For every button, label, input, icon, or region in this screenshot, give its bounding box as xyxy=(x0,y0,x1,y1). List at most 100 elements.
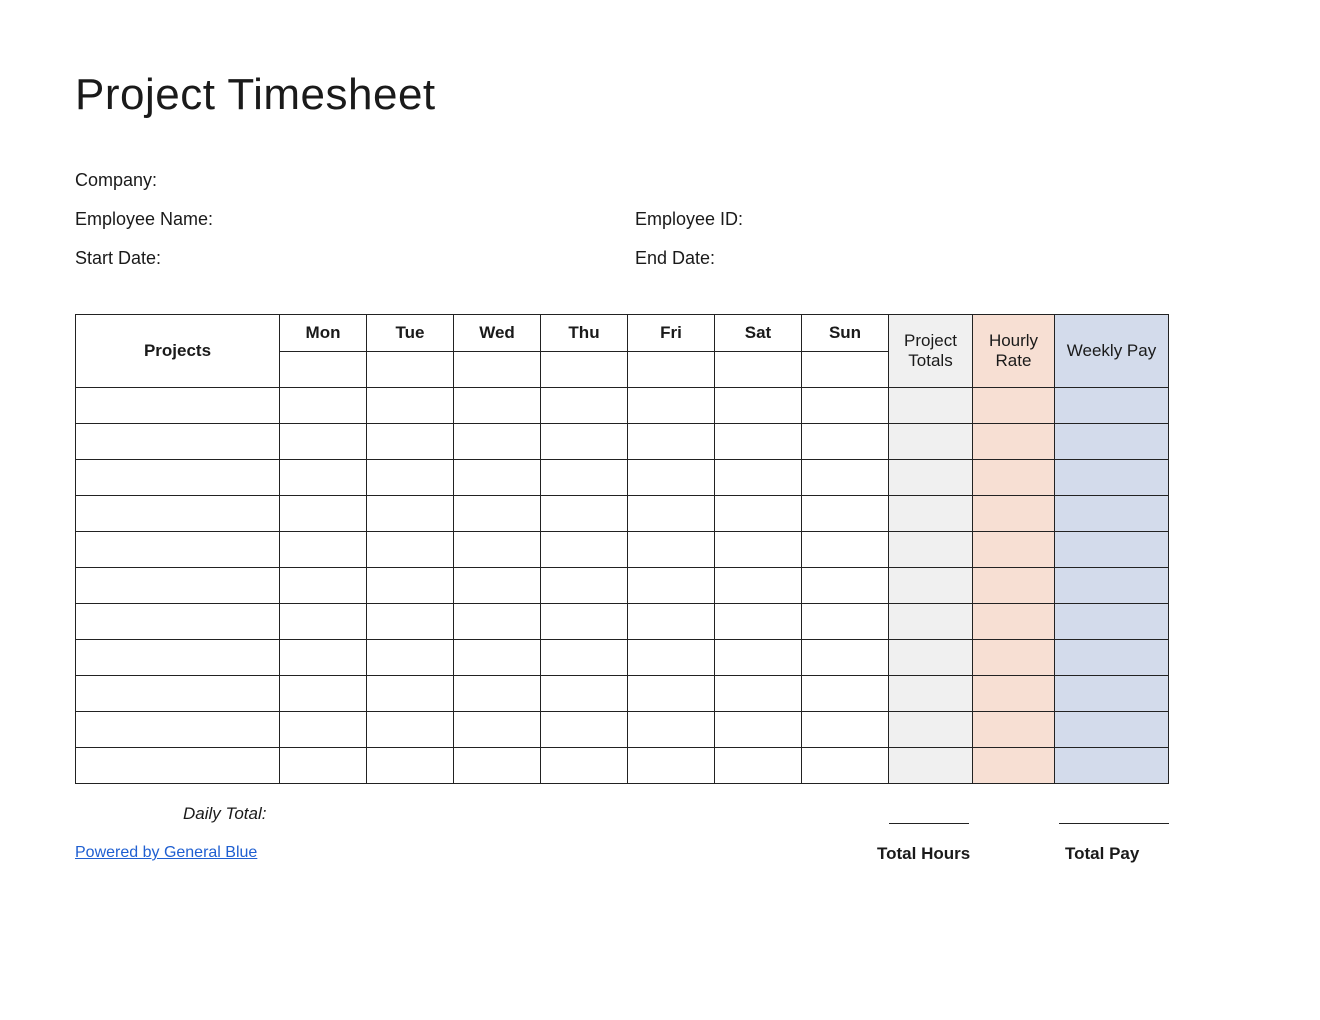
hours-cell[interactable] xyxy=(628,748,715,784)
hours-cell[interactable] xyxy=(628,496,715,532)
hours-cell[interactable] xyxy=(628,676,715,712)
hours-cell[interactable] xyxy=(541,604,628,640)
hours-cell[interactable] xyxy=(628,568,715,604)
hours-cell[interactable] xyxy=(715,496,802,532)
hours-cell[interactable] xyxy=(454,388,541,424)
hours-cell[interactable] xyxy=(280,640,367,676)
hours-cell[interactable] xyxy=(628,424,715,460)
hours-cell[interactable] xyxy=(802,460,889,496)
hours-cell[interactable] xyxy=(541,496,628,532)
hours-cell[interactable] xyxy=(367,712,454,748)
project-name-cell[interactable] xyxy=(76,604,280,640)
hours-cell[interactable] xyxy=(280,748,367,784)
hours-cell[interactable] xyxy=(715,640,802,676)
hours-cell[interactable] xyxy=(541,712,628,748)
hours-cell[interactable] xyxy=(715,388,802,424)
hourly-rate-cell[interactable] xyxy=(973,640,1055,676)
date-cell[interactable] xyxy=(802,352,889,388)
hours-cell[interactable] xyxy=(454,748,541,784)
hourly-rate-cell[interactable] xyxy=(973,568,1055,604)
hourly-rate-cell[interactable] xyxy=(973,388,1055,424)
hours-cell[interactable] xyxy=(802,424,889,460)
hours-cell[interactable] xyxy=(802,676,889,712)
hours-cell[interactable] xyxy=(454,532,541,568)
hours-cell[interactable] xyxy=(454,712,541,748)
project-name-cell[interactable] xyxy=(76,532,280,568)
hours-cell[interactable] xyxy=(280,532,367,568)
hours-cell[interactable] xyxy=(541,532,628,568)
project-name-cell[interactable] xyxy=(76,496,280,532)
hours-cell[interactable] xyxy=(367,532,454,568)
hours-cell[interactable] xyxy=(454,640,541,676)
hours-cell[interactable] xyxy=(367,568,454,604)
hourly-rate-cell[interactable] xyxy=(973,460,1055,496)
project-name-cell[interactable] xyxy=(76,640,280,676)
hours-cell[interactable] xyxy=(715,532,802,568)
hours-cell[interactable] xyxy=(280,460,367,496)
hours-cell[interactable] xyxy=(454,604,541,640)
hours-cell[interactable] xyxy=(280,388,367,424)
hours-cell[interactable] xyxy=(628,532,715,568)
hours-cell[interactable] xyxy=(715,424,802,460)
hours-cell[interactable] xyxy=(628,712,715,748)
hours-cell[interactable] xyxy=(541,676,628,712)
hourly-rate-cell[interactable] xyxy=(973,424,1055,460)
hours-cell[interactable] xyxy=(367,460,454,496)
hours-cell[interactable] xyxy=(367,640,454,676)
hours-cell[interactable] xyxy=(802,640,889,676)
hours-cell[interactable] xyxy=(802,532,889,568)
hours-cell[interactable] xyxy=(454,460,541,496)
hours-cell[interactable] xyxy=(628,388,715,424)
hours-cell[interactable] xyxy=(367,388,454,424)
date-cell[interactable] xyxy=(454,352,541,388)
project-name-cell[interactable] xyxy=(76,460,280,496)
project-name-cell[interactable] xyxy=(76,748,280,784)
hours-cell[interactable] xyxy=(541,424,628,460)
hourly-rate-cell[interactable] xyxy=(973,676,1055,712)
hourly-rate-cell[interactable] xyxy=(973,748,1055,784)
hours-cell[interactable] xyxy=(367,604,454,640)
powered-by-link[interactable]: Powered by General Blue xyxy=(75,844,257,862)
hours-cell[interactable] xyxy=(541,460,628,496)
hours-cell[interactable] xyxy=(715,460,802,496)
date-cell[interactable] xyxy=(628,352,715,388)
hourly-rate-cell[interactable] xyxy=(973,604,1055,640)
hours-cell[interactable] xyxy=(715,748,802,784)
project-name-cell[interactable] xyxy=(76,388,280,424)
date-cell[interactable] xyxy=(541,352,628,388)
hours-cell[interactable] xyxy=(367,748,454,784)
hours-cell[interactable] xyxy=(367,496,454,532)
hours-cell[interactable] xyxy=(541,568,628,604)
hours-cell[interactable] xyxy=(802,712,889,748)
hours-cell[interactable] xyxy=(628,604,715,640)
hours-cell[interactable] xyxy=(280,604,367,640)
hours-cell[interactable] xyxy=(802,568,889,604)
hours-cell[interactable] xyxy=(280,568,367,604)
project-name-cell[interactable] xyxy=(76,424,280,460)
hours-cell[interactable] xyxy=(454,424,541,460)
hours-cell[interactable] xyxy=(454,568,541,604)
hours-cell[interactable] xyxy=(715,712,802,748)
hours-cell[interactable] xyxy=(802,496,889,532)
hours-cell[interactable] xyxy=(367,424,454,460)
hourly-rate-cell[interactable] xyxy=(973,712,1055,748)
date-cell[interactable] xyxy=(280,352,367,388)
hours-cell[interactable] xyxy=(715,676,802,712)
hours-cell[interactable] xyxy=(454,676,541,712)
hours-cell[interactable] xyxy=(715,604,802,640)
date-cell[interactable] xyxy=(367,352,454,388)
hours-cell[interactable] xyxy=(280,676,367,712)
hours-cell[interactable] xyxy=(802,604,889,640)
hours-cell[interactable] xyxy=(541,748,628,784)
hours-cell[interactable] xyxy=(541,640,628,676)
hours-cell[interactable] xyxy=(541,388,628,424)
date-cell[interactable] xyxy=(715,352,802,388)
hours-cell[interactable] xyxy=(280,496,367,532)
hours-cell[interactable] xyxy=(802,388,889,424)
hours-cell[interactable] xyxy=(280,712,367,748)
hourly-rate-cell[interactable] xyxy=(973,532,1055,568)
hours-cell[interactable] xyxy=(802,748,889,784)
project-name-cell[interactable] xyxy=(76,676,280,712)
project-name-cell[interactable] xyxy=(76,568,280,604)
hours-cell[interactable] xyxy=(280,424,367,460)
